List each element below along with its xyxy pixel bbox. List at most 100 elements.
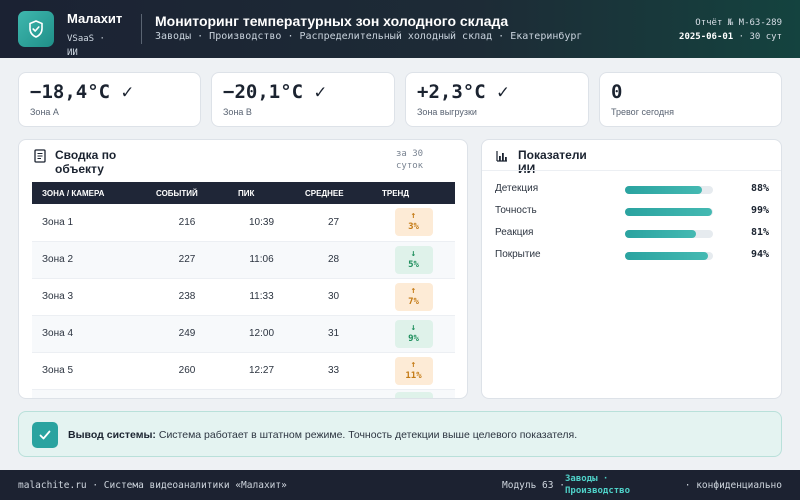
table-row[interactable]: Зона 3 238 11:33 30 ↑ 7% [32, 278, 455, 316]
progress-track [625, 208, 713, 216]
zone-cell: Зона 2 [32, 241, 146, 279]
trend-cell: ↑ 11% [372, 352, 455, 390]
footer-tab-link[interactable]: Заводы · Производство [565, 473, 650, 497]
column-header-events[interactable]: СОБЫТИЙ [146, 182, 228, 204]
column-header-average[interactable]: СРЕДНЕЕ [295, 182, 372, 204]
progress-fill [625, 252, 708, 260]
zone-cell: Зона 4 [32, 315, 146, 353]
ai-metric-value: 94% [750, 249, 769, 260]
ai-metrics-title: Показатели ИИ [518, 148, 587, 176]
progress-fill [625, 186, 703, 194]
events-cell: 238 [146, 278, 228, 316]
kpi-value: +2,3°C ✓ [417, 81, 509, 103]
zone-cell: Зона 5 [32, 352, 146, 390]
footer-site-link[interactable]: malachite.ru · Система видеоаналитики «М… [18, 480, 287, 491]
conclusion-message: Система работает в штатном режиме. Точно… [155, 429, 578, 441]
zone-cell: Зона 1 [32, 204, 146, 242]
zone-cell: Зона 3 [32, 278, 146, 316]
ai-metric-label: Покрытие [495, 249, 541, 260]
trend-value: 7% [408, 296, 419, 307]
kpi-label: Зона A [30, 107, 59, 117]
trend-badge: ↑ 7% [394, 282, 433, 311]
ai-metric-row: Точность 99% [495, 205, 769, 219]
ai-metric-row: Покрытие 94% [495, 249, 769, 263]
ai-metric-row: Реакция 81% [495, 227, 769, 241]
breadcrumb[interactable]: Заводы · Производство · Распределительны… [155, 31, 587, 42]
average-cell: 27 [295, 204, 372, 242]
summary-period: за 30 суток [396, 149, 424, 171]
ai-metric-value: 99% [750, 205, 769, 216]
kpi-label: Зона B [223, 107, 252, 117]
table-row[interactable]: Зона 2 227 11:06 28 ↓ 5% [32, 241, 455, 279]
summary-table: ЗОНА / КАМЕРА СОБЫТИЙ ПИК СРЕДНЕЕ ТРЕНД … [32, 182, 455, 398]
peak-cell: 12:27 [228, 352, 295, 390]
trend-cell: ↑ 3% [372, 204, 455, 242]
report-id: Отчёт № M-63-289 [695, 18, 782, 28]
events-cell: 227 [146, 241, 228, 279]
divider [482, 170, 781, 171]
trend-badge: ↑ 11% [394, 356, 433, 385]
peak-cell: 10:39 [228, 204, 295, 242]
brand-subtitle: VSaaS · ИИ [67, 34, 105, 58]
trend-arrow-icon: ↓ [410, 248, 417, 259]
table-row[interactable]: Зона 4 249 12:00 31 ↓ 9% [32, 315, 455, 353]
progress-track [625, 186, 713, 194]
progress-fill [625, 230, 697, 238]
trend-cell: ↑ 7% [372, 278, 455, 316]
average-cell: 30 [295, 278, 372, 316]
brand: Малахит VSaaS · ИИ [67, 11, 122, 60]
column-header-trend[interactable]: ТРЕНД [372, 182, 455, 204]
shield-check-icon[interactable] [18, 11, 54, 47]
column-header-peak[interactable]: ПИК [228, 182, 295, 204]
kpi-card-alarms-today: 0 Тревог сегодня [599, 72, 782, 127]
table-row-partial [32, 389, 455, 398]
kpi-card-unloading-zone: +2,3°C ✓ Зона выгрузки [405, 72, 589, 127]
trend-badge: ↓ 5% [394, 245, 433, 274]
average-cell: 28 [295, 241, 372, 279]
peak-cell: 11:33 [228, 278, 295, 316]
ai-metric-label: Детекция [495, 183, 539, 194]
app-header: Малахит VSaaS · ИИ Мониторинг температур… [0, 0, 800, 58]
trend-badge: ↓ 9% [394, 319, 433, 348]
average-cell: 31 [295, 315, 372, 353]
brand-name: Малахит [67, 11, 123, 26]
footer: malachite.ru · Система видеоаналитики «М… [0, 470, 800, 500]
trend-value: 5% [408, 259, 419, 270]
bar-chart-icon [496, 149, 508, 167]
header-divider [141, 14, 142, 44]
column-header-zone[interactable]: ЗОНА / КАМЕРА [32, 182, 146, 204]
trend-cell: ↓ 9% [372, 315, 455, 353]
trend-value: 3% [408, 222, 419, 233]
progress-track [625, 252, 713, 260]
trend-arrow-icon: ↑ [410, 211, 417, 222]
trend-arrow-icon: ↓ [410, 322, 417, 333]
trend-badge [394, 392, 433, 398]
footer-confidential: · конфиденциально [684, 480, 782, 491]
report-period: · 30 сут [733, 32, 782, 42]
conclusion-label: Вывод системы: [68, 429, 156, 441]
ai-metric-label: Точность [495, 205, 537, 216]
document-icon [34, 149, 46, 168]
ai-metrics-panel: Показатели ИИ Детекция 88% Точность 99% … [481, 139, 782, 399]
checkmark-icon [32, 422, 58, 448]
peak-cell: 12:00 [228, 315, 295, 353]
table-row[interactable]: Зона 5 260 12:27 33 ↑ 11% [32, 352, 455, 390]
table-body: Зона 1 216 10:39 27 ↑ 3% Зона 2 227 11:06… [32, 204, 455, 398]
table-row[interactable]: Зона 1 216 10:39 27 ↑ 3% [32, 204, 455, 242]
kpi-card-zone-a: −18,4°C ✓ Зона A [18, 72, 201, 127]
trend-value: 9% [408, 333, 419, 344]
kpi-value: −18,4°C ✓ [30, 81, 133, 103]
ai-metric-label: Реакция [495, 227, 534, 238]
trend-badge: ↑ 3% [394, 208, 433, 237]
summary-title: Сводка по объекту [55, 148, 117, 176]
page-title: Мониторинг температурных зон холодного с… [155, 13, 509, 29]
kpi-card-zone-b: −20,1°C ✓ Зона B [211, 72, 395, 127]
events-cell: 249 [146, 315, 228, 353]
conclusion-text: Вывод системы: Система работает в штатно… [68, 429, 577, 441]
ai-metric-value: 81% [750, 227, 769, 238]
ai-metric-value: 88% [750, 183, 769, 194]
ai-metric-row: Детекция 88% [495, 183, 769, 197]
summary-panel: Сводка по объекту за 30 суток ЗОНА / КАМ… [18, 139, 468, 399]
trend-arrow-icon: ↑ [410, 359, 417, 370]
events-cell: 260 [146, 352, 228, 390]
